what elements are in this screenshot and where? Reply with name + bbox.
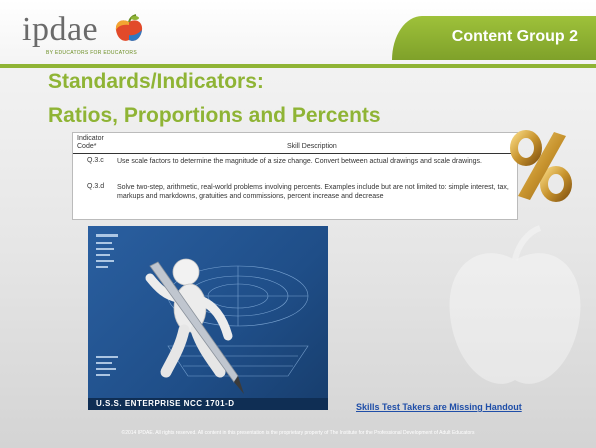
- handout-link[interactable]: Skills Test Takers are Missing Handout: [356, 402, 522, 412]
- image-caption-bar: U.S.S. ENTERPRISE NCC 1701-D: [88, 398, 328, 410]
- image-caption: U.S.S. ENTERPRISE NCC 1701-D: [96, 399, 235, 408]
- content-group-label: Content Group 2: [451, 28, 578, 45]
- logo-text: ipdae: [22, 11, 99, 48]
- background-apple-icon: [449, 225, 581, 384]
- header-bar: ipdae BY EDUCATORS FOR EDUCATORS Content…: [0, 0, 596, 64]
- slide-title-line2: Ratios, Proportions and Percents: [48, 104, 381, 127]
- standards-table: Indicator Code* Skill Description Q.3.c …: [72, 132, 518, 220]
- apple-logo-icon: [115, 14, 143, 41]
- slide-title-line1: Standards/Indicators:: [48, 70, 264, 93]
- table-row-description: Solve two-step, arithmetic, real-world p…: [117, 184, 509, 200]
- blueprint-image: [88, 226, 328, 410]
- figure-with-pen: [145, 258, 244, 394]
- ipdae-logo: ipdae BY EDUCATORS FOR EDUCATORS: [22, 10, 192, 60]
- table-row-code: Q.3.c: [87, 157, 104, 164]
- copyright-footer: ©2014 IPDAE. All rights reserved. All co…: [121, 430, 475, 436]
- table-header-divider: [73, 153, 517, 154]
- table-header-description: Skill Description: [287, 143, 337, 150]
- percent-icon: [510, 130, 572, 202]
- slide: ipdae BY EDUCATORS FOR EDUCATORS Content…: [0, 0, 596, 448]
- table-row-code: Q.3.d: [87, 183, 105, 190]
- logo-subtext: BY EDUCATORS FOR EDUCATORS: [46, 50, 137, 56]
- blueprint-drawing: [96, 234, 309, 394]
- header-divider: [0, 64, 596, 68]
- table-header-code: Indicator Code*: [77, 135, 104, 150]
- table-row-description: Use scale factors to determine the magni…: [117, 158, 482, 165]
- content-group-banner: Content Group 2: [392, 16, 596, 60]
